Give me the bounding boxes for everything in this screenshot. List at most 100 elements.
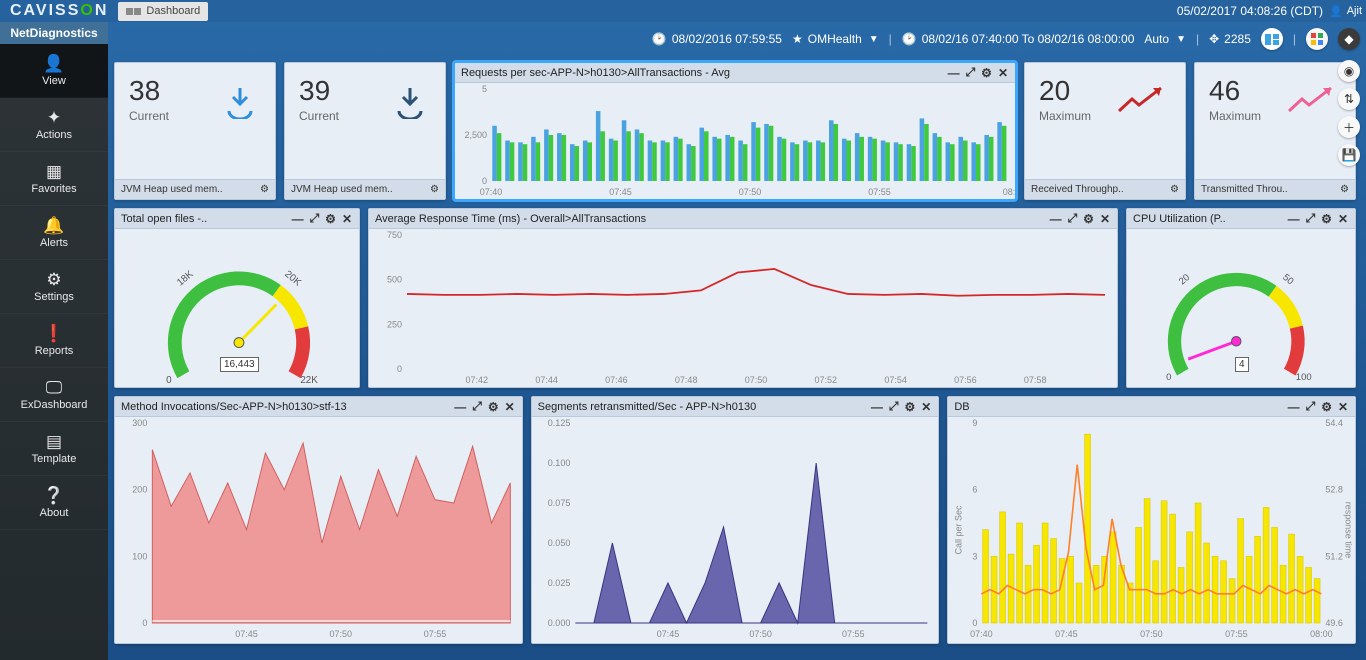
svg-text:07:50: 07:50 [739, 187, 762, 197]
sidebar-item-settings[interactable]: ⚙ Settings [0, 260, 108, 314]
expand-icon[interactable]: ⤢ [1305, 211, 1317, 226]
svg-text:0.025: 0.025 [547, 578, 570, 588]
svg-text:49.6: 49.6 [1326, 618, 1344, 628]
svg-text:20K: 20K [282, 269, 303, 289]
alert-icon: ❗ [43, 325, 64, 342]
svg-text:0.125: 0.125 [547, 418, 570, 428]
swap-icon[interactable]: ⇅ [1338, 88, 1360, 110]
minimize-icon[interactable]: — [1287, 400, 1301, 414]
gear-icon[interactable]: ⚙ [980, 66, 993, 80]
panel-segments: Segments retransmitted/Sec - APP-N>h0130… [531, 396, 940, 644]
svg-text:0: 0 [973, 618, 978, 628]
close-icon[interactable]: ✕ [997, 66, 1009, 80]
svg-text:07:50: 07:50 [1140, 629, 1163, 639]
gear-icon[interactable]: ⚙ [1082, 212, 1095, 226]
question-icon: ❔ [43, 487, 64, 504]
panel-title: CPU Utilization (P.. [1133, 213, 1283, 225]
gear-icon[interactable]: ⚙ [1320, 212, 1333, 226]
panel-title: Requests per sec-APP-N>h0130>AllTransact… [461, 67, 943, 79]
close-icon[interactable]: ✕ [504, 400, 516, 414]
close-icon[interactable]: ✕ [920, 400, 932, 414]
sidebar-item-view[interactable]: 👤 View [0, 44, 108, 98]
svg-text:51.2: 51.2 [1326, 551, 1344, 561]
svg-text:07:46: 07:46 [605, 375, 628, 385]
svg-text:08:00: 08:00 [1310, 629, 1333, 639]
minimize-icon[interactable]: — [453, 400, 467, 414]
save-icon[interactable]: 💾 [1338, 144, 1360, 166]
star-icon: ★ [792, 32, 803, 46]
sidebar-item-template[interactable]: ▤ Template [0, 422, 108, 476]
close-icon[interactable]: ✕ [341, 212, 353, 226]
expand-icon[interactable]: ⤢ [965, 65, 977, 80]
sidebar-item-actions[interactable]: ✦ Actions [0, 98, 108, 152]
clock-icon: 🕑 [652, 32, 667, 46]
expand-icon[interactable]: ⤢ [1067, 211, 1079, 226]
gear-icon[interactable]: ⚙ [260, 184, 269, 195]
gauge-value: 4 [1235, 357, 1249, 372]
svg-text:07:48: 07:48 [675, 375, 698, 385]
dashboard-tab[interactable]: Dashboard [118, 2, 208, 21]
svg-text:18K: 18K [175, 268, 196, 288]
gear-icon[interactable]: ⚙ [430, 184, 439, 195]
layout-icon[interactable] [1261, 28, 1283, 50]
panel-kpi-recv: 20 Maximum Received Throughp.. ⚙ [1024, 62, 1186, 200]
sidebar-item-alerts[interactable]: 🔔 Alerts [0, 206, 108, 260]
svg-text:6: 6 [973, 485, 978, 495]
close-icon[interactable]: ✕ [1337, 400, 1349, 414]
gear-icon[interactable]: ⚙ [324, 212, 337, 226]
svg-text:9: 9 [973, 418, 978, 428]
svg-text:07:56: 07:56 [954, 375, 977, 385]
content: 38 Current JVM Heap used mem.. ⚙ 39 Curr… [108, 56, 1362, 656]
download-icon [393, 85, 427, 119]
plus-icon[interactable]: ＋ [1338, 116, 1360, 138]
sidebar-item-exdashboard[interactable]: 🖵 ExDashboard [0, 368, 108, 422]
svg-text:07:54: 07:54 [884, 375, 907, 385]
svg-text:07:50: 07:50 [745, 375, 768, 385]
apps-icon[interactable] [1306, 28, 1328, 50]
sidebar-item-about[interactable]: ❔ About [0, 476, 108, 530]
minimize-icon[interactable]: — [1049, 212, 1063, 226]
time-range[interactable]: 🕑 08/02/16 07:40:00 To 08/02/16 08:00:00 [902, 32, 1135, 46]
expand-icon[interactable]: ⤢ [471, 399, 483, 414]
kpi4-footer: Transmitted Throu.. [1201, 184, 1288, 195]
svg-text:50: 50 [1280, 272, 1295, 287]
minimize-icon[interactable]: — [870, 400, 884, 414]
close-icon[interactable]: ✕ [1337, 212, 1349, 226]
svg-text:2,500: 2,500 [464, 130, 487, 140]
gear-icon[interactable]: ⚙ [1320, 400, 1333, 414]
svg-text:07:40: 07:40 [480, 187, 503, 197]
svg-text:500: 500 [387, 275, 402, 285]
svg-text:0: 0 [1166, 372, 1171, 383]
minimize-icon[interactable]: — [947, 66, 961, 80]
bell-icon: 🔔 [43, 217, 64, 234]
expand-icon[interactable]: ⤢ [1305, 399, 1317, 414]
kpi3-footer: Received Throughp.. [1031, 184, 1124, 195]
chart-segments: 0.0000.0250.0500.0750.1000.12507:4507:50… [532, 417, 939, 643]
gear-icon[interactable]: ⚙ [487, 400, 500, 414]
svg-text:0: 0 [142, 618, 147, 628]
favorite-select[interactable]: ★ OMHealth▼ [792, 32, 879, 46]
layers-icon[interactable]: ◆ [1338, 28, 1360, 50]
minimize-icon[interactable]: — [1287, 212, 1301, 226]
expand-icon[interactable]: ⤢ [309, 211, 321, 226]
panel-kpi-heap2: 39 Current JVM Heap used mem.. ⚙ [284, 62, 446, 200]
expand-icon[interactable]: ⤢ [888, 399, 900, 414]
minimize-icon[interactable]: — [291, 212, 305, 226]
chart-requests: 02,500507:4007:4507:5007:5508: [455, 83, 1015, 199]
panel-requests-per-sec[interactable]: Requests per sec-APP-N>h0130>AllTransact… [454, 62, 1016, 200]
mode-select[interactable]: Auto▼ [1144, 32, 1186, 46]
gear-icon[interactable]: ⚙ [1340, 184, 1349, 195]
broadcast-icon[interactable]: ◉ [1338, 60, 1360, 82]
sidebar-item-reports[interactable]: ❗ Reports [0, 314, 108, 368]
sidebar-item-favorites[interactable]: ▦ Favorites [0, 152, 108, 206]
floating-tools: ◉ ⇅ ＋ 💾 [1338, 60, 1360, 166]
gear-icon[interactable]: ⚙ [1170, 184, 1179, 195]
panel-title: Method Invocations/Sec-APP-N>h0130>stf-1… [121, 401, 449, 413]
gear-icon[interactable]: ⚙ [904, 400, 917, 414]
close-icon[interactable]: ✕ [1099, 212, 1111, 226]
svg-text:07:42: 07:42 [466, 375, 489, 385]
svg-text:07:40: 07:40 [970, 629, 993, 639]
infobar: 🕑 08/02/2016 07:59:55 ★ OMHealth▼ | 🕑 08… [0, 22, 1366, 56]
header-user[interactable]: 👤 Ajit [1329, 5, 1362, 18]
svg-text:07:45: 07:45 [1055, 629, 1078, 639]
